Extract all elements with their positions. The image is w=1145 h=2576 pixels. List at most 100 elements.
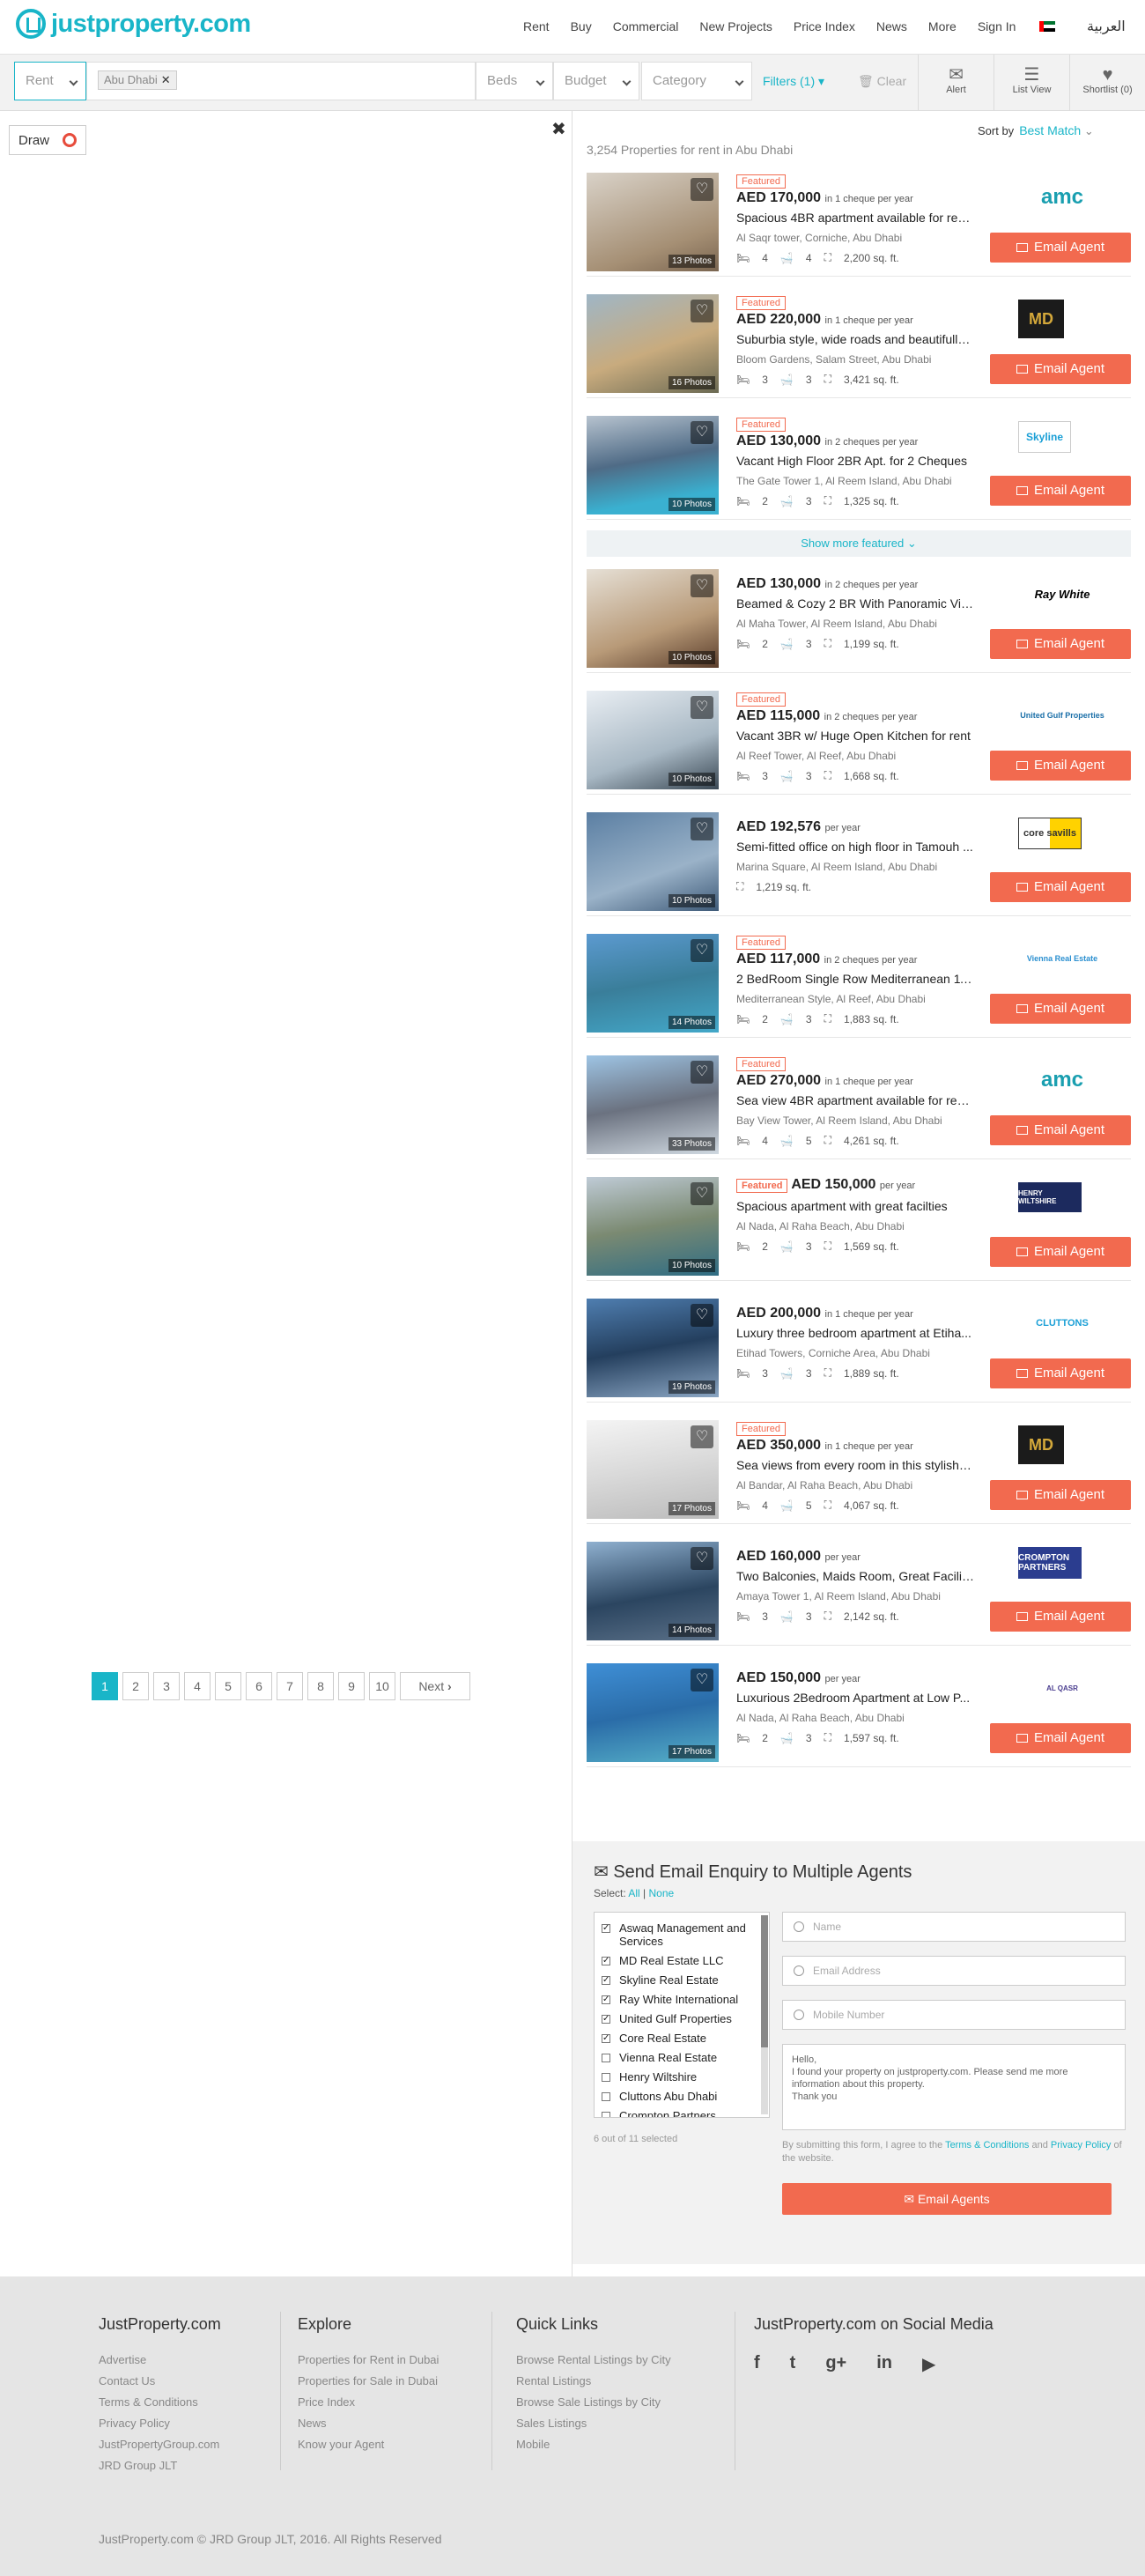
page-1-button[interactable]: 1	[92, 1672, 118, 1700]
scrollbar[interactable]	[761, 1915, 768, 2114]
listing-title[interactable]: Beamed & Cozy 2 BR With Panoramic View	[736, 596, 974, 611]
heart-icon[interactable]: ♡	[691, 178, 713, 201]
checkbox[interactable]: ✓	[602, 1976, 610, 1985]
email-agent-button[interactable]: Email Agent	[990, 1237, 1131, 1267]
agent-checkbox-item[interactable]: Crompton Partners	[602, 2109, 762, 2117]
listing-photo[interactable]: ♡ 33 Photos	[587, 1055, 719, 1154]
footer-link[interactable]: Contact Us	[99, 2374, 221, 2387]
listing-photo[interactable]: ♡ 16 Photos	[587, 294, 719, 393]
heart-icon[interactable]: ♡	[691, 696, 713, 719]
heart-icon[interactable]: ♡	[691, 818, 713, 840]
page-9-button[interactable]: 9	[338, 1672, 365, 1700]
page-10-button[interactable]: 10	[369, 1672, 395, 1700]
listing-card[interactable]: ♡ 17 Photos AED 150,000 per year Luxurious …	[587, 1656, 1131, 1767]
listing-photo[interactable]: ♡ 10 Photos	[587, 569, 719, 668]
googleplus-icon[interactable]: g+	[825, 2353, 846, 2375]
location-tag[interactable]: Abu Dhabi ✕	[98, 70, 177, 90]
location-input[interactable]: Abu Dhabi ✕	[86, 62, 476, 100]
alert-button[interactable]: ✉ Alert	[918, 55, 994, 111]
listing-title[interactable]: Vacant 3BR w/ Huge Open Kitchen for rent	[736, 729, 974, 743]
page-5-button[interactable]: 5	[215, 1672, 241, 1700]
agent-checkbox-item[interactable]: ✓ Skyline Real Estate	[602, 1973, 762, 1987]
agent-logo[interactable]: CROMPTON PARTNERS	[1018, 1547, 1082, 1579]
map-panel[interactable]: Draw ✖	[0, 111, 572, 2276]
youtube-icon[interactable]: ▶	[922, 2353, 935, 2375]
footer-link[interactable]: Sales Listings	[516, 2417, 671, 2430]
listing-photo[interactable]: ♡ 19 Photos	[587, 1299, 719, 1397]
uae-flag-icon[interactable]	[1039, 21, 1055, 32]
page-6-button[interactable]: 6	[246, 1672, 272, 1700]
footer-link[interactable]: JustPropertyGroup.com	[99, 2438, 221, 2451]
heart-icon[interactable]: ♡	[691, 939, 713, 962]
budget-select[interactable]: Budget	[553, 62, 639, 100]
footer-link[interactable]: News	[298, 2417, 439, 2430]
email-agent-button[interactable]: Email Agent	[990, 354, 1131, 384]
checkbox[interactable]: ✓	[602, 1957, 610, 1965]
agent-checkbox-item[interactable]: Vienna Real Estate	[602, 2051, 762, 2064]
listing-card[interactable]: ♡ 13 Photos Featured AED 170,000 in 1 chequ…	[587, 166, 1131, 277]
listing-photo[interactable]: ♡ 10 Photos	[587, 812, 719, 911]
email-field[interactable]: Email Address	[782, 1956, 1126, 1986]
email-agent-button[interactable]: Email Agent	[990, 1602, 1131, 1632]
listing-card[interactable]: ♡ 10 Photos AED 130,000 in 2 cheques per y…	[587, 562, 1131, 673]
checkbox[interactable]: ✓	[602, 1924, 610, 1933]
sort-by[interactable]: Sort by Best Match ⌄	[978, 123, 1094, 138]
heart-icon[interactable]: ♡	[691, 1425, 713, 1448]
footer-link[interactable]: JRD Group JLT	[99, 2459, 221, 2472]
select-all-link[interactable]: All	[628, 1887, 639, 1899]
agent-checkbox-item[interactable]: Henry Wiltshire	[602, 2070, 762, 2084]
menu-item-commercial[interactable]: Commercial	[613, 19, 679, 33]
agent-logo[interactable]: Skyline	[1018, 421, 1071, 453]
heart-icon[interactable]: ♡	[691, 421, 713, 444]
footer-link[interactable]: Properties for Sale in Dubai	[298, 2374, 439, 2387]
next-page-button[interactable]: Next ›	[400, 1672, 470, 1700]
menu-item-more[interactable]: More	[928, 19, 957, 33]
agent-logo[interactable]: United Gulf Properties	[1018, 696, 1106, 735]
email-agent-button[interactable]: Email Agent	[990, 1115, 1131, 1145]
agent-logo[interactable]: HENRY WILTSHIRE	[1018, 1182, 1082, 1212]
checkbox[interactable]: ✓	[602, 1995, 610, 2004]
listing-title[interactable]: Spacious apartment with great facilties	[736, 1199, 974, 1213]
listing-card[interactable]: ♡ 17 Photos Featured AED 350,000 in 1 chequ…	[587, 1413, 1131, 1524]
checkbox[interactable]	[602, 2073, 610, 2082]
privacy-link[interactable]: Privacy Policy	[1051, 2140, 1111, 2150]
terms-link[interactable]: Terms & Conditions	[945, 2140, 1029, 2150]
agent-logo[interactable]: AL QASR	[1018, 1669, 1106, 1707]
agent-checkbox-item[interactable]: ✓ United Gulf Properties	[602, 2012, 762, 2025]
email-agent-button[interactable]: Email Agent	[990, 1358, 1131, 1388]
listing-card[interactable]: ♡ 14 Photos AED 160,000 per year Two Balcon…	[587, 1535, 1131, 1646]
email-agent-button[interactable]: Email Agent	[990, 751, 1131, 781]
message-textarea[interactable]: Hello, I found your property on justprop…	[782, 2044, 1126, 2130]
heart-icon[interactable]: ♡	[691, 300, 713, 322]
menu-item-buy[interactable]: Buy	[571, 19, 592, 33]
menu-item-rent[interactable]: Rent	[523, 19, 550, 33]
email-agent-button[interactable]: Email Agent	[990, 233, 1131, 263]
scrollbar-thumb[interactable]	[761, 1915, 768, 2047]
category-select[interactable]: Category	[641, 62, 752, 100]
agent-checkbox-item[interactable]: ✓ Aswaq Management and Services	[602, 1921, 762, 1948]
page-7-button[interactable]: 7	[277, 1672, 303, 1700]
footer-link[interactable]: Properties for Rent in Dubai	[298, 2353, 439, 2366]
agent-logo[interactable]: MD	[1018, 300, 1064, 338]
listing-photo[interactable]: ♡ 17 Photos	[587, 1420, 719, 1519]
footer-link[interactable]: Mobile	[516, 2438, 671, 2451]
agent-checklist[interactable]: ✓ Aswaq Management and Services ✓ MD Real E…	[594, 1912, 770, 2118]
name-field[interactable]: Name	[782, 1912, 1126, 1942]
footer-link[interactable]: Advertise	[99, 2353, 221, 2366]
menu-item-price-index[interactable]: Price Index	[794, 19, 855, 33]
listing-title[interactable]: Vacant High Floor 2BR Apt. for 2 Cheques	[736, 454, 974, 468]
purpose-select[interactable]: Rent	[14, 62, 86, 100]
menu-item-sign-in[interactable]: Sign In	[978, 19, 1016, 33]
listing-title[interactable]: 2 BedRoom Single Row Mediterranean 11...	[736, 972, 974, 986]
agent-checkbox-item[interactable]: ✓ MD Real Estate LLC	[602, 1954, 762, 1967]
listing-photo[interactable]: ♡ 13 Photos	[587, 173, 719, 271]
footer-link[interactable]: Browse Sale Listings by City	[516, 2395, 671, 2409]
email-agent-button[interactable]: Email Agent	[990, 476, 1131, 506]
show-more-featured-button[interactable]: Show more featured ⌄	[587, 530, 1131, 557]
agent-logo[interactable]: amc	[1018, 178, 1106, 217]
heart-icon[interactable]: ♡	[691, 1182, 713, 1205]
listing-card[interactable]: ♡ 10 Photos Featured AED 115,000 in 2 chequ…	[587, 684, 1131, 795]
agent-checkbox-item[interactable]: ✓ Ray White International	[602, 1993, 762, 2006]
listing-card[interactable]: ♡ 19 Photos AED 200,000 in 1 cheque per ye…	[587, 1292, 1131, 1403]
draw-button[interactable]: Draw	[9, 125, 86, 155]
